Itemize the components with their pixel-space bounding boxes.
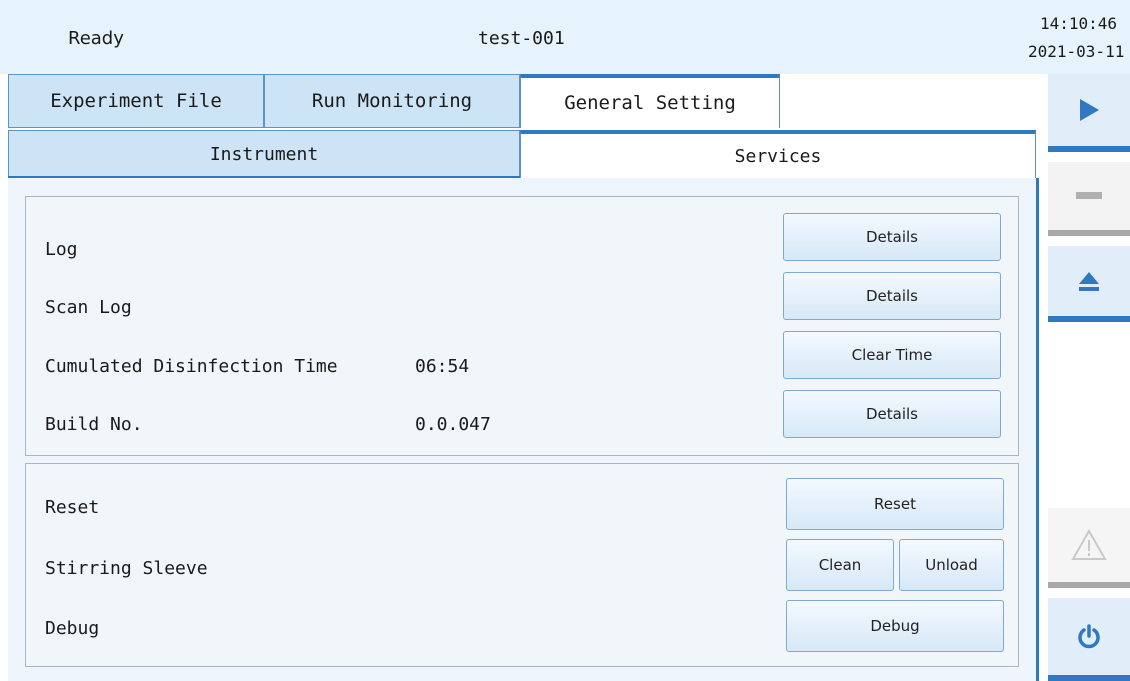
build-details-button[interactable]: Details bbox=[783, 390, 1001, 438]
subtab-instrument[interactable]: Instrument bbox=[8, 130, 520, 178]
stop-button[interactable] bbox=[1048, 162, 1130, 236]
log-label: Log bbox=[45, 239, 78, 260]
clear-time-button[interactable]: Clear Time bbox=[783, 331, 1001, 379]
warning-icon bbox=[1071, 529, 1107, 560]
eject-icon bbox=[1079, 272, 1099, 291]
disinfection-time-value: 06:54 bbox=[415, 356, 470, 377]
services-content: Log Details Scan Log Details Cumulated D… bbox=[8, 178, 1039, 681]
disinfection-time-label: Cumulated Disinfection Time bbox=[45, 356, 338, 377]
run-button[interactable] bbox=[1048, 74, 1130, 152]
tab-run-monitoring[interactable]: Run Monitoring bbox=[264, 74, 520, 128]
reset-button[interactable]: Reset bbox=[786, 478, 1004, 530]
tab-experiment-file[interactable]: Experiment File bbox=[8, 74, 264, 128]
build-no-value: 0.0.047 bbox=[415, 414, 491, 435]
warning-button[interactable] bbox=[1048, 508, 1130, 588]
clock-date: 2021-03-11 bbox=[1028, 42, 1125, 61]
power-icon bbox=[1078, 623, 1100, 648]
clock-time: 14:10:46 bbox=[1040, 14, 1118, 33]
stirring-sleeve-label: Stirring Sleeve bbox=[45, 558, 208, 579]
reset-label: Reset bbox=[45, 497, 100, 518]
status-text: Ready bbox=[68, 28, 124, 49]
unload-button[interactable]: Unload bbox=[899, 539, 1004, 591]
power-button[interactable] bbox=[1048, 598, 1130, 681]
play-icon bbox=[1080, 99, 1099, 121]
scan-log-label: Scan Log bbox=[45, 297, 132, 318]
tab-general-setting[interactable]: General Setting bbox=[520, 74, 780, 128]
control-sidebar bbox=[1040, 74, 1130, 681]
status-bar: Ready test-001 14:10:46 2021-03-11 bbox=[0, 0, 1130, 74]
log-details-button[interactable]: Details bbox=[783, 213, 1001, 261]
scan-log-details-button[interactable]: Details bbox=[783, 272, 1001, 320]
experiment-name: test-001 bbox=[478, 28, 565, 49]
clean-button[interactable]: Clean bbox=[786, 539, 894, 591]
eject-button[interactable] bbox=[1048, 246, 1130, 322]
subtab-services[interactable]: Services bbox=[520, 130, 1036, 178]
debug-label: Debug bbox=[45, 618, 100, 639]
debug-button[interactable]: Debug bbox=[786, 600, 1004, 652]
maintenance-panel: Reset Reset Stirring Sleeve Clean Unload… bbox=[25, 463, 1019, 667]
info-panel: Log Details Scan Log Details Cumulated D… bbox=[25, 196, 1019, 456]
build-no-label: Build No. bbox=[45, 414, 143, 435]
stop-icon bbox=[1076, 192, 1102, 199]
